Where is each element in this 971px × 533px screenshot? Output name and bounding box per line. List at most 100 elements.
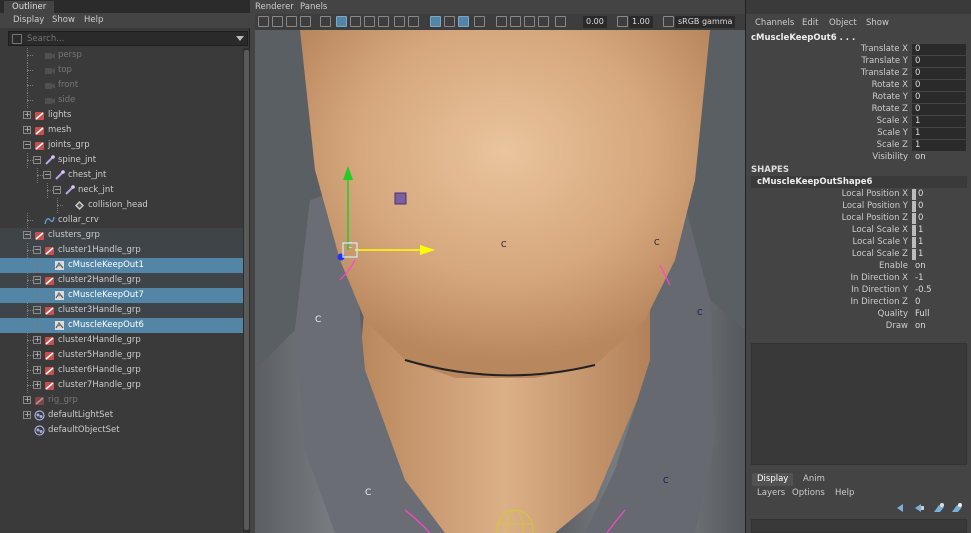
channel-attr-name[interactable]: Translate Z [861,68,908,78]
outliner-item[interactable]: + defaultLightSet [0,408,243,423]
gamma-field[interactable]: 1.00 [629,16,653,28]
channel-menu-object[interactable]: Object [829,18,857,28]
shape-attr-value[interactable]: 0 [912,297,966,308]
viewport-scene[interactable]: C C C C C C C [255,30,745,533]
tab-anim[interactable]: Anim [798,473,830,486]
shape-attr-row[interactable]: Quality Full [746,309,971,321]
outliner-item[interactable]: + cluster7Handle_grp [0,378,243,393]
channel-attr-name[interactable]: Rotate Y [872,92,908,102]
two-d-pan-icon[interactable] [320,16,331,27]
outliner-item[interactable]: + mesh [0,123,243,138]
shape-attr-name[interactable]: Enable [879,261,908,271]
search-dropdown-icon[interactable] [236,36,244,41]
move-layer-down-icon[interactable] [914,503,924,512]
channel-attr-row[interactable]: Rotate Z 0 [746,104,971,116]
shape-attr-row[interactable]: Local Scale Y 1 [746,237,971,249]
smooth-shade-icon[interactable] [350,16,361,27]
shape-attr-row[interactable]: Draw on [746,321,971,333]
shape-attr-name[interactable]: Local Scale Z [852,249,908,259]
color-space-select[interactable]: sRGB gamma [675,16,736,28]
shape-attr-value[interactable]: on [912,321,966,332]
expand-icon[interactable]: + [33,366,41,374]
channel-attr-row[interactable]: Translate Y0 [746,56,971,68]
collapse-icon[interactable]: − [53,186,61,194]
color-management-icon[interactable] [663,16,674,27]
gamma-icon[interactable] [617,16,628,27]
outliner-scroll-thumb[interactable] [244,50,249,530]
xray-joints-icon[interactable] [444,16,455,27]
shape-attr-value[interactable]: 0 [918,189,923,200]
expand-icon[interactable]: + [33,351,41,359]
shape-attr-row[interactable]: Local Position X 0 [746,189,971,201]
channel-attr-name[interactable]: Translate Y [862,56,909,66]
shape-attr-name[interactable]: Quality [878,309,908,319]
shape-attr-name[interactable]: Local Position Z [842,213,908,223]
channel-attr-name[interactable]: Scale Y [877,128,908,138]
expand-icon[interactable]: + [33,336,41,344]
outliner-item[interactable]: + cluster5Handle_grp [0,348,243,363]
outliner-item[interactable]: − joints_grp [0,138,243,153]
exposure-field[interactable]: 0.00 [583,16,607,28]
channel-attr-row[interactable]: Scale Z 1 [746,140,971,152]
channel-attr-value[interactable]: 0 [912,80,966,91]
camera-attributes-icon[interactable] [272,16,283,27]
channel-attr-row[interactable]: Visibility on [746,152,971,164]
viewport-menu-renderer[interactable]: Renderer [255,2,294,12]
outliner-item-selected[interactable]: cMuscleKeepOut6 [0,318,243,333]
shape-attr-name[interactable]: In Direction Y [851,285,908,295]
shape-attr-value[interactable]: Full [912,309,966,320]
channel-attr-row[interactable]: Translate X 0 [746,44,971,56]
shape-attr-value[interactable]: 1 [918,249,923,260]
shape-attr-row[interactable]: Local Position Z 0 [746,213,971,225]
outliner-tab[interactable]: Outliner [4,1,55,13]
bookmark-icon[interactable] [286,16,297,27]
outliner-item[interactable]: defaultObjectSet [0,423,243,438]
viewport-menu-panels[interactable]: Panels [300,2,327,12]
new-layer-icon[interactable] [934,503,944,512]
channel-attr-row[interactable]: Scale Y 1 [746,128,971,140]
lights-icon[interactable] [394,16,405,27]
outliner-item[interactable]: − spine_jnt [0,153,243,168]
tab-display[interactable]: Display [752,473,794,486]
outliner-item[interactable]: − clusters_grp [0,228,243,243]
viewport-panel[interactable]: C C C C C C C Renderer Panels 0.00 1.00 … [255,0,745,533]
collapse-icon[interactable]: − [33,156,41,164]
layer-list[interactable] [751,519,967,533]
outliner-menu-help[interactable]: Help [84,15,103,25]
outliner-item[interactable]: − cluster3Handle_grp [0,303,243,318]
channel-attr-name[interactable]: Rotate Z [872,104,908,114]
outliner-search-input[interactable] [27,33,227,45]
channel-menu-channels[interactable]: Channels [755,18,794,28]
outliner-item[interactable]: − cluster2Handle_grp [0,273,243,288]
motion-blur-icon[interactable] [474,16,485,27]
shape-attr-value[interactable]: 0 [918,201,923,212]
isolate-select-icon[interactable] [496,16,507,27]
collapse-icon[interactable]: − [23,231,31,239]
outliner-item[interactable]: top [0,63,243,78]
outliner-item[interactable]: collar_crv [0,213,243,228]
shape-attr-value[interactable]: on [912,261,966,272]
channel-attr-row[interactable]: Scale X 1 [746,116,971,128]
layer-menu-layers[interactable]: Layers [757,488,785,498]
outliner-item[interactable]: persp [0,48,243,63]
outliner-item[interactable]: − neck_jnt [0,183,243,198]
outliner-item[interactable]: + cluster4Handle_grp [0,333,243,348]
shape-attr-row[interactable]: Local Scale Z 1 [746,249,971,261]
shape-attr-value[interactable]: 1 [918,225,923,236]
expand-icon[interactable]: + [23,126,31,134]
shape-name-bar[interactable]: cMuscleKeepOutShape6 [751,176,967,188]
collapse-icon[interactable]: − [33,246,41,254]
outliner-item[interactable]: + cluster6Handle_grp [0,363,243,378]
collapse-icon[interactable]: − [33,276,41,284]
channel-attr-row[interactable]: Translate Z 0 [746,68,971,80]
channel-attr-value[interactable]: on [912,152,966,163]
channel-attr-name[interactable]: Scale X [877,116,908,126]
channel-attr-value[interactable]: 0 [912,44,966,55]
shape-attr-row[interactable]: Local Scale X 1 [746,225,971,237]
outliner-item-selected[interactable]: cMuscleKeepOut1 [0,258,243,273]
outliner-item[interactable]: + rig_grp [0,393,243,408]
resolution-gate-icon[interactable] [524,16,535,27]
channel-attr-name[interactable]: Rotate X [872,80,908,90]
shape-attr-name[interactable]: Draw [886,321,908,331]
xray-icon[interactable] [430,16,441,27]
